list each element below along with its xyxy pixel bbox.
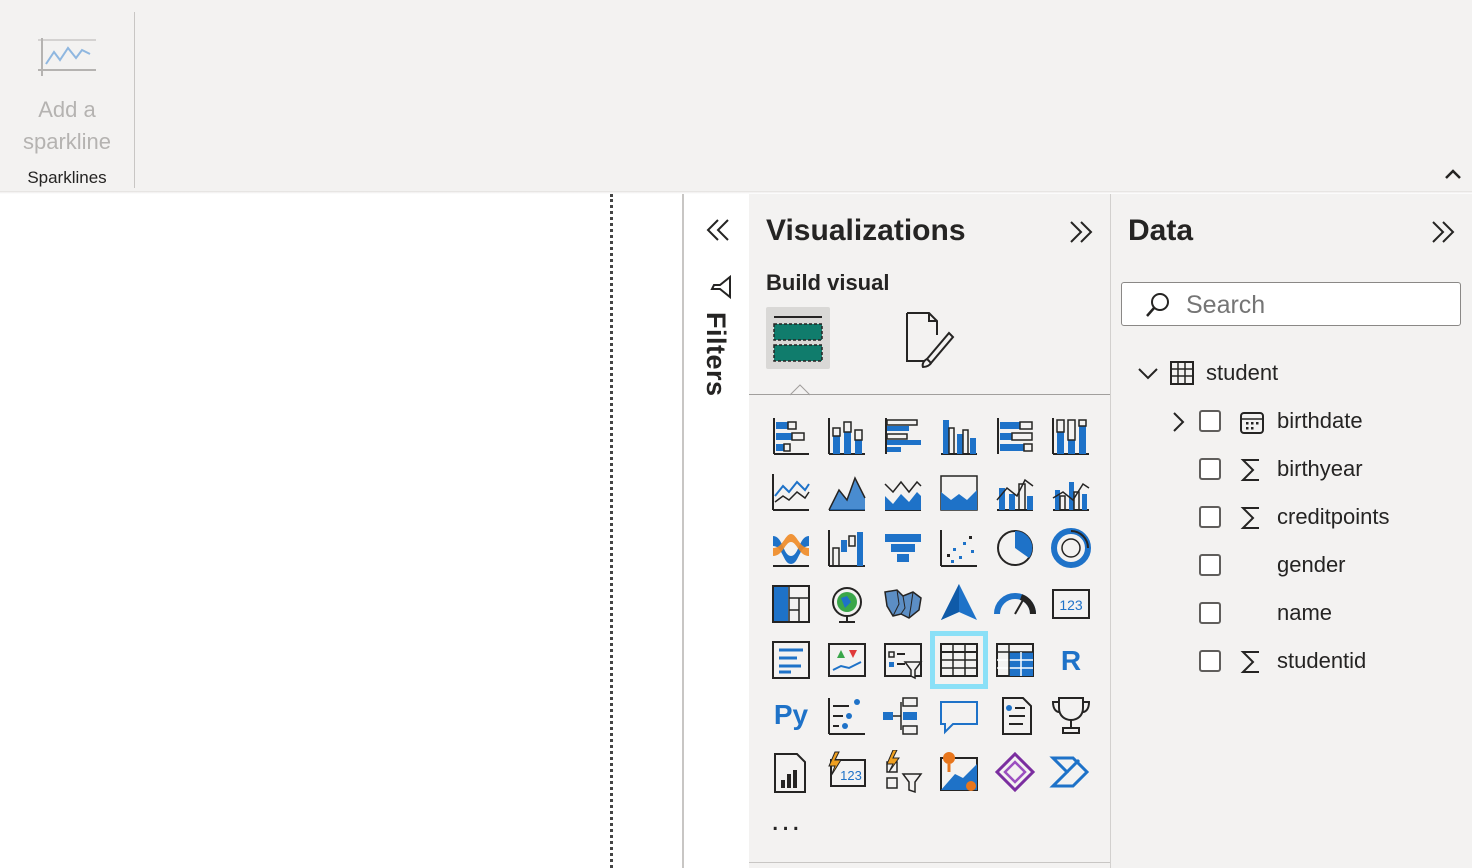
more-visuals-button[interactable]: ...	[771, 804, 802, 838]
field-item-gender[interactable]: gender	[1167, 546, 1457, 586]
kpi-icon[interactable]	[825, 638, 869, 682]
azure-map-icon[interactable]	[937, 582, 981, 626]
table-icon	[1170, 361, 1194, 385]
power-apps-icon[interactable]: 123	[825, 750, 869, 794]
table-name: student	[1206, 360, 1279, 385]
filters-pane[interactable]: Filters	[682, 194, 751, 868]
slicer-icon[interactable]	[881, 638, 925, 682]
funnel-icon	[710, 274, 731, 300]
field-item-birthdate[interactable]: birthdate	[1167, 402, 1457, 442]
field-item-creditpoints[interactable]: creditpoints	[1167, 498, 1457, 538]
line-and-clustered-column-chart-icon[interactable]	[1049, 470, 1093, 514]
field-label: creditpoints	[1277, 504, 1390, 529]
stacked-area-chart-icon[interactable]	[881, 470, 925, 514]
area-chart-icon[interactable]	[825, 470, 869, 514]
key-influencers-icon[interactable]	[825, 694, 869, 738]
field-item-birthyear[interactable]: birthyear	[1167, 450, 1457, 490]
chevron-up-icon[interactable]	[1440, 162, 1466, 186]
chevron-right-icon[interactable]	[1167, 410, 1189, 434]
paginated-report-icon[interactable]	[769, 750, 813, 794]
stacked-bar-chart-icon[interactable]	[769, 414, 813, 458]
add-sparkline-label: Add a sparkline	[22, 97, 112, 154]
search-input[interactable]	[1186, 291, 1446, 320]
sigma-icon	[1240, 459, 1259, 481]
visualizations-pane: Visualizations Build visual 123 R Py 123…	[749, 194, 1111, 868]
field-label: gender	[1277, 552, 1346, 577]
field-checkbox[interactable]	[1199, 602, 1221, 624]
viz-pane-bottom-divider	[749, 862, 1110, 863]
search-icon	[1146, 293, 1169, 317]
sigma-icon	[1240, 651, 1259, 673]
scatter-chart-icon[interactable]	[937, 526, 981, 570]
filled-map-icon[interactable]	[881, 582, 925, 626]
clustered-bar-chart-icon[interactable]	[881, 414, 925, 458]
ribbon-separator	[134, 12, 135, 188]
svg-text:123: 123	[840, 768, 862, 783]
sigma-icon	[1240, 507, 1259, 529]
field-checkbox[interactable]	[1199, 506, 1221, 528]
field-checkbox[interactable]	[1199, 458, 1221, 480]
map-icon[interactable]	[825, 582, 869, 626]
100-stacked-area-chart-icon[interactable]	[937, 470, 981, 514]
report-canvas[interactable]	[0, 194, 682, 868]
field-label: birthdate	[1277, 408, 1363, 433]
field-checkbox[interactable]	[1199, 554, 1221, 576]
svg-text:R: R	[1061, 645, 1081, 676]
stacked-column-chart-icon[interactable]	[825, 414, 869, 458]
filters-label[interactable]: Filters	[700, 312, 731, 397]
table-visual-icon[interactable]	[930, 631, 988, 689]
field-label: studentid	[1277, 648, 1367, 673]
clustered-column-chart-icon[interactable]	[937, 414, 981, 458]
card-icon[interactable]: 123	[1049, 582, 1093, 626]
power-automate-icon[interactable]	[881, 750, 925, 794]
waterfall-chart-icon[interactable]	[825, 526, 869, 570]
add-sparkline-button[interactable]: Add a sparkline	[10, 22, 124, 162]
100-stacked-column-chart-icon[interactable]	[1049, 414, 1093, 458]
double-chevron-right-icon[interactable]	[1427, 216, 1459, 248]
arcgis-map-icon[interactable]	[937, 750, 981, 794]
svg-text:Py: Py	[774, 699, 809, 730]
funnel-chart-icon[interactable]	[881, 526, 925, 570]
treemap-icon[interactable]	[769, 582, 813, 626]
power-apps-visual-icon[interactable]	[993, 750, 1037, 794]
field-item-studentid[interactable]: studentid	[1167, 642, 1457, 682]
pie-chart-icon[interactable]	[993, 526, 1037, 570]
chevron-down-icon[interactable]	[1135, 360, 1161, 386]
donut-chart-icon[interactable]	[1049, 526, 1093, 570]
gauge-icon[interactable]	[993, 582, 1037, 626]
ribbon: Add a sparkline Sparklines	[0, 0, 1472, 192]
decomposition-tree-icon[interactable]	[881, 694, 925, 738]
100-stacked-bar-chart-icon[interactable]	[993, 414, 1037, 458]
field-label: birthyear	[1277, 456, 1363, 481]
svg-text:123: 123	[1059, 597, 1083, 613]
line-chart-icon[interactable]	[769, 470, 813, 514]
power-automate-visual-icon[interactable]	[1049, 750, 1093, 794]
ribbon-chart-icon[interactable]	[769, 526, 813, 570]
sparklines-group-label: Sparklines	[27, 168, 107, 187]
calendar-hierarchy-icon	[1240, 412, 1264, 434]
metrics-icon[interactable]	[1049, 694, 1093, 738]
line-and-stacked-column-chart-icon[interactable]	[993, 470, 1037, 514]
data-pane: Data student	[1111, 194, 1472, 868]
field-label: name	[1277, 600, 1333, 625]
double-chevron-left-icon[interactable]	[702, 214, 734, 246]
visual-type-gallery: 123 R Py 123	[749, 194, 1110, 868]
sparkline-icon	[38, 38, 96, 76]
field-item-name[interactable]: name	[1167, 594, 1457, 634]
data-search-box[interactable]	[1121, 282, 1461, 326]
page-boundary	[610, 194, 613, 868]
q-and-a-icon[interactable]	[937, 694, 981, 738]
python-visual-icon[interactable]: Py	[769, 694, 813, 738]
r-script-visual-icon[interactable]: R	[1049, 638, 1093, 682]
sparklines-group: Add a sparkline Sparklines	[0, 0, 134, 191]
multi-row-card-icon[interactable]	[769, 638, 813, 682]
field-checkbox[interactable]	[1199, 650, 1221, 672]
matrix-icon[interactable]	[993, 638, 1037, 682]
data-title: Data	[1128, 214, 1194, 247]
table-node-student[interactable]: student	[1135, 356, 1465, 392]
smart-narrative-icon[interactable]	[993, 694, 1037, 738]
field-checkbox[interactable]	[1199, 410, 1221, 432]
